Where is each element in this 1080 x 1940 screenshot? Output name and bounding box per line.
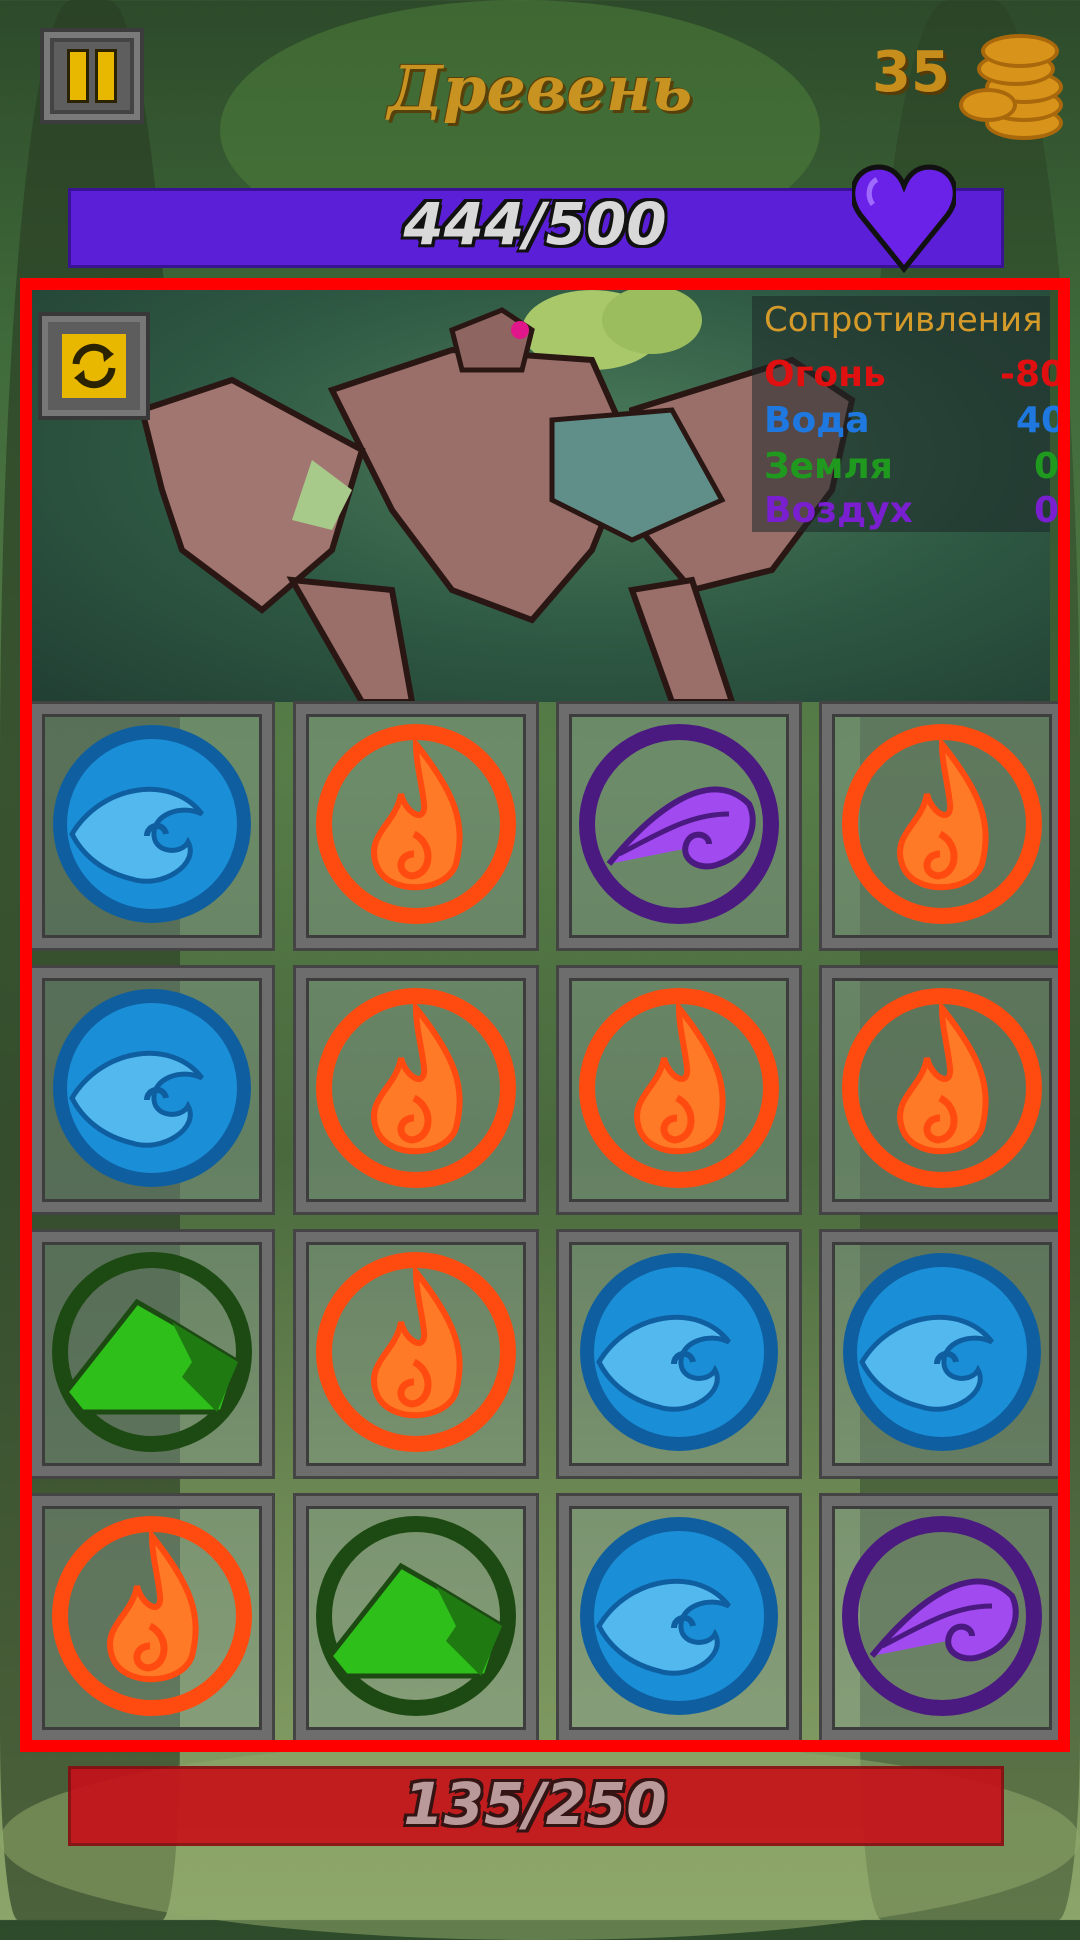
player-hp-text: 135/250 bbox=[403, 1770, 667, 1838]
coin-stack-icon bbox=[955, 28, 1065, 140]
coin-count: 35 bbox=[872, 40, 950, 105]
heart-icon bbox=[852, 164, 956, 274]
game-frame bbox=[20, 278, 1070, 1752]
